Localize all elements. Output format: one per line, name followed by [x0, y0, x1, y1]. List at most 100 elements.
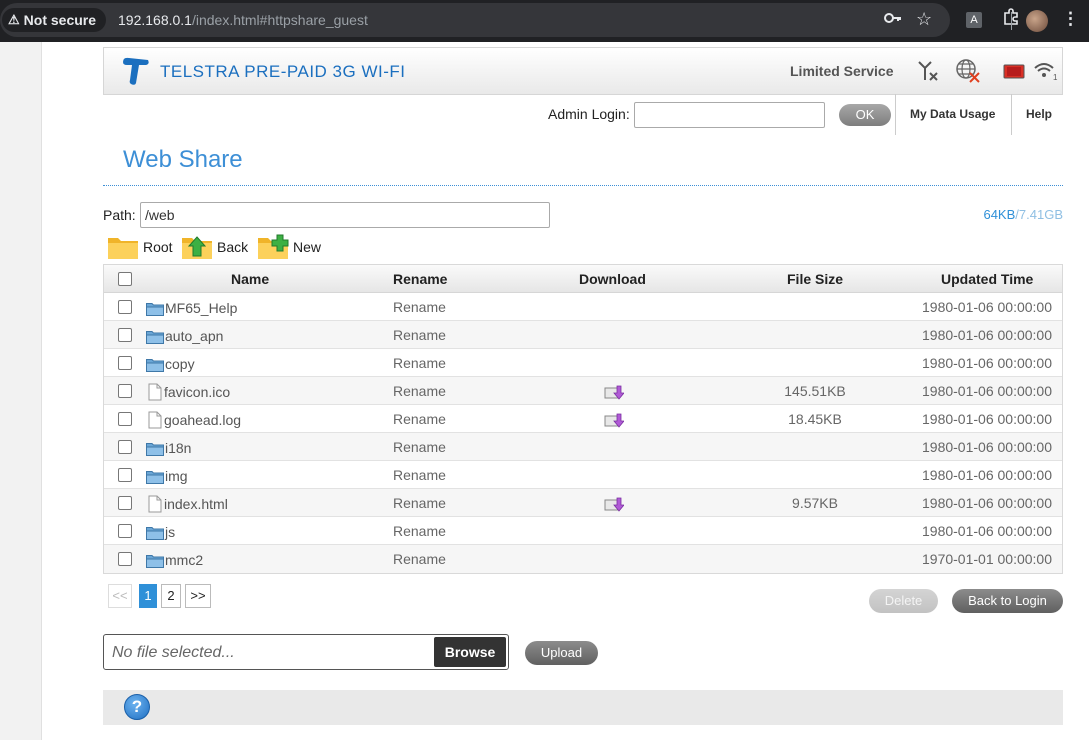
file-name-cell[interactable]: auto_apn	[146, 327, 223, 344]
warning-icon: ⚠	[8, 12, 20, 27]
admin-login-label: Admin Login:	[548, 106, 630, 122]
file-name[interactable]: i18n	[165, 440, 191, 456]
table-row[interactable]: index.html Rename 9.57KB 1980-01-06 00:00:0…	[104, 489, 1062, 517]
row-checkbox[interactable]	[118, 524, 132, 538]
column-file-size[interactable]: File Size	[787, 271, 843, 287]
file-name-cell[interactable]: i18n	[146, 439, 191, 456]
download-icon[interactable]	[604, 496, 624, 512]
file-name[interactable]: goahead.log	[164, 412, 241, 428]
file-name[interactable]: auto_apn	[165, 328, 223, 344]
rename-link[interactable]: Rename	[393, 355, 446, 371]
upload-button[interactable]: Upload	[525, 641, 598, 665]
file-name[interactable]: MF65_Help	[165, 300, 237, 316]
column-name[interactable]: Name	[231, 271, 269, 287]
path-field[interactable]: /web	[140, 202, 550, 228]
prev-page-button[interactable]: <<	[108, 584, 132, 608]
my-data-usage-link[interactable]: My Data Usage	[910, 107, 995, 121]
delete-button[interactable]: Delete	[869, 589, 938, 613]
file-placeholder: No file selected...	[112, 644, 235, 661]
file-name[interactable]: mmc2	[165, 552, 203, 568]
help-link[interactable]: Help	[1026, 107, 1052, 121]
back-button[interactable]: Back	[181, 232, 248, 262]
select-all-checkbox[interactable]	[118, 272, 132, 286]
file-name[interactable]: copy	[165, 356, 195, 372]
row-checkbox[interactable]	[118, 300, 132, 314]
table-row[interactable]: mmc2 Rename 1970-01-01 00:00:00	[104, 545, 1062, 573]
file-name-cell[interactable]: img	[146, 467, 188, 484]
row-checkbox[interactable]	[118, 384, 132, 398]
row-checkbox[interactable]	[118, 440, 132, 454]
file-selector[interactable]: No file selected... Browse	[103, 634, 509, 670]
file-name[interactable]: index.html	[164, 496, 228, 512]
folder-icon	[146, 471, 164, 484]
key-icon[interactable]	[884, 11, 902, 29]
file-name-cell[interactable]: index.html	[146, 495, 228, 513]
file-name-cell[interactable]: mmc2	[146, 551, 203, 568]
menu-icon[interactable]: ⋮	[1062, 9, 1079, 29]
column-updated-time[interactable]: Updated Time	[941, 271, 1033, 287]
address-bar[interactable]: ⚠ Not secure 192.168.0.1/index.html#http…	[0, 3, 950, 37]
service-status: Limited Service	[790, 63, 894, 79]
rename-link[interactable]: Rename	[393, 523, 446, 539]
file-size: 18.45KB	[788, 411, 842, 427]
updated-time: 1980-01-06 00:00:00	[922, 355, 1052, 371]
rename-link[interactable]: Rename	[393, 411, 446, 427]
used-space: 64KB	[983, 207, 1016, 222]
row-checkbox[interactable]	[118, 412, 132, 426]
web-page: TELSTRA PRE-PAID 3G WI-FI Limited Servic…	[0, 42, 1089, 740]
file-name[interactable]: js	[165, 524, 175, 540]
security-indicator[interactable]: ⚠ Not secure	[2, 8, 106, 32]
file-name-cell[interactable]: js	[146, 523, 175, 540]
extension-a-icon[interactable]: A	[966, 12, 982, 28]
sim-card-icon	[1003, 64, 1025, 79]
rename-link[interactable]: Rename	[393, 467, 446, 483]
file-name-cell[interactable]: copy	[146, 355, 195, 372]
row-checkbox[interactable]	[118, 356, 132, 370]
next-page-button[interactable]: >>	[185, 584, 211, 608]
new-folder-icon	[258, 234, 289, 259]
separator	[895, 94, 896, 135]
page-1-button[interactable]: 1	[139, 584, 157, 608]
back-to-login-button[interactable]: Back to Login	[952, 589, 1063, 613]
table-row[interactable]: img Rename 1980-01-06 00:00:00	[104, 461, 1062, 489]
download-icon[interactable]	[604, 384, 624, 400]
file-name-cell[interactable]: favicon.ico	[146, 383, 230, 401]
total-space: 7.41GB	[1018, 207, 1063, 222]
admin-password-input[interactable]	[634, 102, 825, 128]
new-folder-button[interactable]: New	[257, 232, 321, 262]
table-row[interactable]: copy Rename 1980-01-06 00:00:00	[104, 349, 1062, 377]
rename-link[interactable]: Rename	[393, 327, 446, 343]
download-icon[interactable]	[604, 412, 624, 428]
rename-link[interactable]: Rename	[393, 299, 446, 315]
row-checkbox[interactable]	[118, 496, 132, 510]
rename-link[interactable]: Rename	[393, 383, 446, 399]
folder-icon	[146, 303, 164, 316]
star-icon[interactable]: ☆	[916, 9, 932, 30]
file-name-cell[interactable]: goahead.log	[146, 411, 241, 429]
profile-avatar[interactable]	[1026, 10, 1048, 32]
ok-button[interactable]: OK	[839, 104, 891, 126]
svg-text:1: 1	[1053, 73, 1058, 82]
table-row[interactable]: goahead.log Rename 18.45KB 1980-01-06 00:00…	[104, 405, 1062, 433]
browse-button[interactable]: Browse	[434, 637, 506, 667]
help-icon[interactable]: ?	[124, 694, 150, 720]
table-row[interactable]: favicon.ico Rename 145.51KB 1980-01-06 00:0…	[104, 377, 1062, 405]
rename-link[interactable]: Rename	[393, 551, 446, 567]
page-2-button[interactable]: 2	[161, 584, 181, 608]
table-row[interactable]: i18n Rename 1980-01-06 00:00:00	[104, 433, 1062, 461]
folder-icon	[108, 238, 138, 259]
table-row[interactable]: MF65_Help Rename 1980-01-06 00:00:00	[104, 293, 1062, 321]
file-name[interactable]: favicon.ico	[164, 384, 230, 400]
row-checkbox[interactable]	[118, 468, 132, 482]
root-button[interactable]: Root	[107, 232, 173, 262]
updated-time: 1980-01-06 00:00:00	[922, 411, 1052, 427]
file-name[interactable]: img	[165, 468, 188, 484]
table-row[interactable]: auto_apn Rename 1980-01-06 00:00:00	[104, 321, 1062, 349]
file-name-cell[interactable]: MF65_Help	[146, 299, 237, 316]
table-row[interactable]: js Rename 1980-01-06 00:00:00	[104, 517, 1062, 545]
rename-link[interactable]: Rename	[393, 495, 446, 511]
row-checkbox[interactable]	[118, 328, 132, 342]
row-checkbox[interactable]	[118, 552, 132, 566]
url-text[interactable]: 192.168.0.1/index.html#httpshare_guest	[118, 12, 368, 28]
rename-link[interactable]: Rename	[393, 439, 446, 455]
